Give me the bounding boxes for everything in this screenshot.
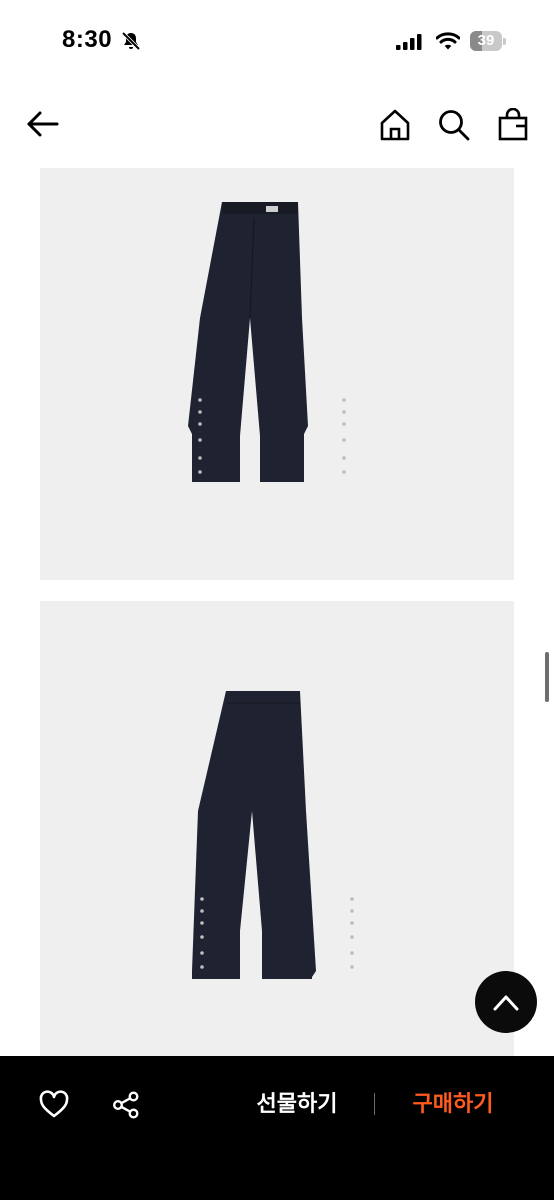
scroll-to-top-button[interactable] <box>475 971 537 1033</box>
product-detail-content[interactable] <box>0 168 554 1056</box>
status-time: 8:30 <box>62 26 113 53</box>
top-navigation-bar <box>0 84 554 168</box>
shopping-bag-icon <box>498 107 528 141</box>
status-bar: 8:30 39 <box>0 0 554 84</box>
cellular-signal-icon <box>396 34 422 55</box>
scrollbar[interactable] <box>545 652 549 702</box>
battery-level: 39 <box>477 32 495 49</box>
arrow-left-icon <box>27 111 59 137</box>
share-icon <box>113 1091 139 1119</box>
buy-button[interactable]: 구매하기 <box>380 1086 526 1122</box>
button-divider <box>374 1093 375 1115</box>
product-image-front <box>40 168 514 580</box>
search-icon <box>439 110 470 141</box>
heart-icon <box>39 1090 69 1118</box>
chevron-up-icon <box>493 995 519 1011</box>
share-button[interactable] <box>111 1090 141 1125</box>
like-button[interactable] <box>38 1090 70 1125</box>
bell-slash-icon <box>120 30 142 57</box>
home-button[interactable] <box>378 108 412 147</box>
bottom-action-bar: 선물하기 구매하기 <box>0 1056 554 1200</box>
home-icon <box>380 109 410 141</box>
search-button[interactable] <box>437 108 471 147</box>
pants-front-illustration <box>188 202 346 482</box>
battery-indicator: 39 <box>470 31 506 51</box>
product-image-back <box>40 601 514 1056</box>
back-button[interactable] <box>24 106 60 147</box>
cart-button[interactable] <box>497 107 529 147</box>
wifi-icon <box>435 31 461 56</box>
pants-back-illustration <box>192 691 354 979</box>
gift-button[interactable]: 선물하기 <box>222 1086 372 1122</box>
